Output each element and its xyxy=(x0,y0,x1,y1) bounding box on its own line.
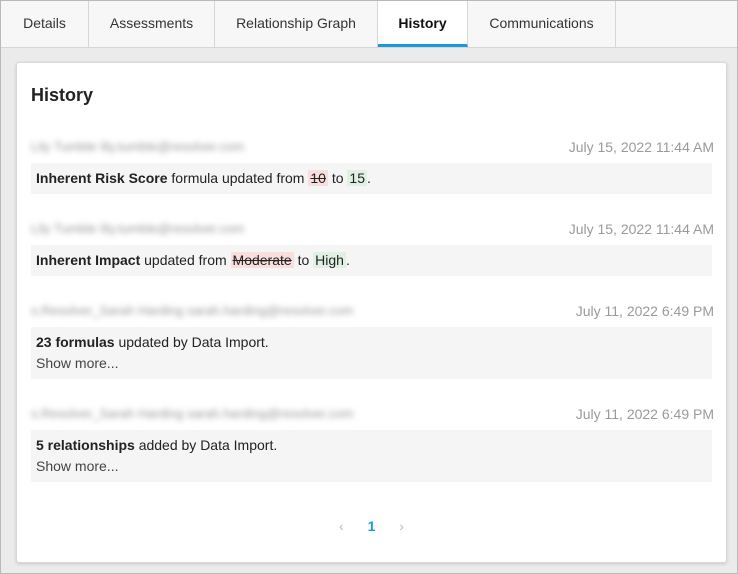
tab-bar: Details Assessments Relationship Graph H… xyxy=(1,1,737,48)
tab-details[interactable]: Details xyxy=(1,1,89,47)
history-user: Lily Tumble lily.tumble@resolver.com xyxy=(31,221,245,236)
history-entry: 5 relationships added by Data Import. Sh… xyxy=(31,430,712,482)
old-value: 10 xyxy=(308,170,328,186)
tab-history[interactable]: History xyxy=(378,1,468,47)
tab-communications[interactable]: Communications xyxy=(468,1,616,47)
old-value: Moderate xyxy=(230,252,294,268)
tab-relationship-graph[interactable]: Relationship Graph xyxy=(215,1,378,47)
to-text: to xyxy=(331,170,344,186)
history-user: Lily Tumble lily.tumble@resolver.com xyxy=(31,139,245,154)
changed-field: Inherent Risk Score xyxy=(36,170,168,186)
history-entry: 23 formulas updated by Data Import. Show… xyxy=(31,327,712,379)
change-text: updated by Data Import. xyxy=(118,334,269,350)
changed-field: Inherent Impact xyxy=(36,252,141,268)
change-text: updated from xyxy=(144,252,227,268)
show-more-link[interactable]: Show more... xyxy=(36,458,707,474)
end-punct: . xyxy=(345,252,350,268)
history-view: Details Assessments Relationship Graph H… xyxy=(0,0,738,574)
history-entry: Inherent Risk Score formula updated from… xyxy=(31,163,712,194)
to-text: to xyxy=(297,252,310,268)
change-text: formula updated from xyxy=(171,170,305,186)
history-timestamp: July 11, 2022 6:49 PM xyxy=(575,406,714,422)
changed-field: 5 relationships xyxy=(36,437,135,453)
history-panel: History Lily Tumble lily.tumble@resolver… xyxy=(16,62,727,563)
show-more-link[interactable]: Show more... xyxy=(36,355,707,371)
new-value: 15 xyxy=(347,170,367,186)
new-value: High xyxy=(313,252,346,268)
panel-title: History xyxy=(31,85,94,105)
history-timestamp: July 15, 2022 11:44 AM xyxy=(568,221,714,237)
chevron-left-icon[interactable]: ‹ xyxy=(339,518,344,534)
change-text: added by Data Import. xyxy=(138,437,278,453)
tab-assessments[interactable]: Assessments xyxy=(89,1,215,47)
history-entry: Inherent Impact updated from Moderate to… xyxy=(31,245,712,276)
end-punct: . xyxy=(366,170,371,186)
history-timestamp: July 15, 2022 11:44 AM xyxy=(568,139,714,155)
pagination: ‹ 1 › xyxy=(17,518,726,542)
page-number-1[interactable]: 1 xyxy=(368,518,376,534)
history-timestamp: July 11, 2022 6:49 PM xyxy=(575,303,714,319)
changed-field: 23 formulas xyxy=(36,334,115,350)
chevron-right-icon[interactable]: › xyxy=(399,518,404,534)
history-user: s.Resolver_Sarah Harding sarah.harding@r… xyxy=(31,406,354,421)
history-user: s.Resolver_Sarah Harding sarah.harding@r… xyxy=(31,303,354,318)
